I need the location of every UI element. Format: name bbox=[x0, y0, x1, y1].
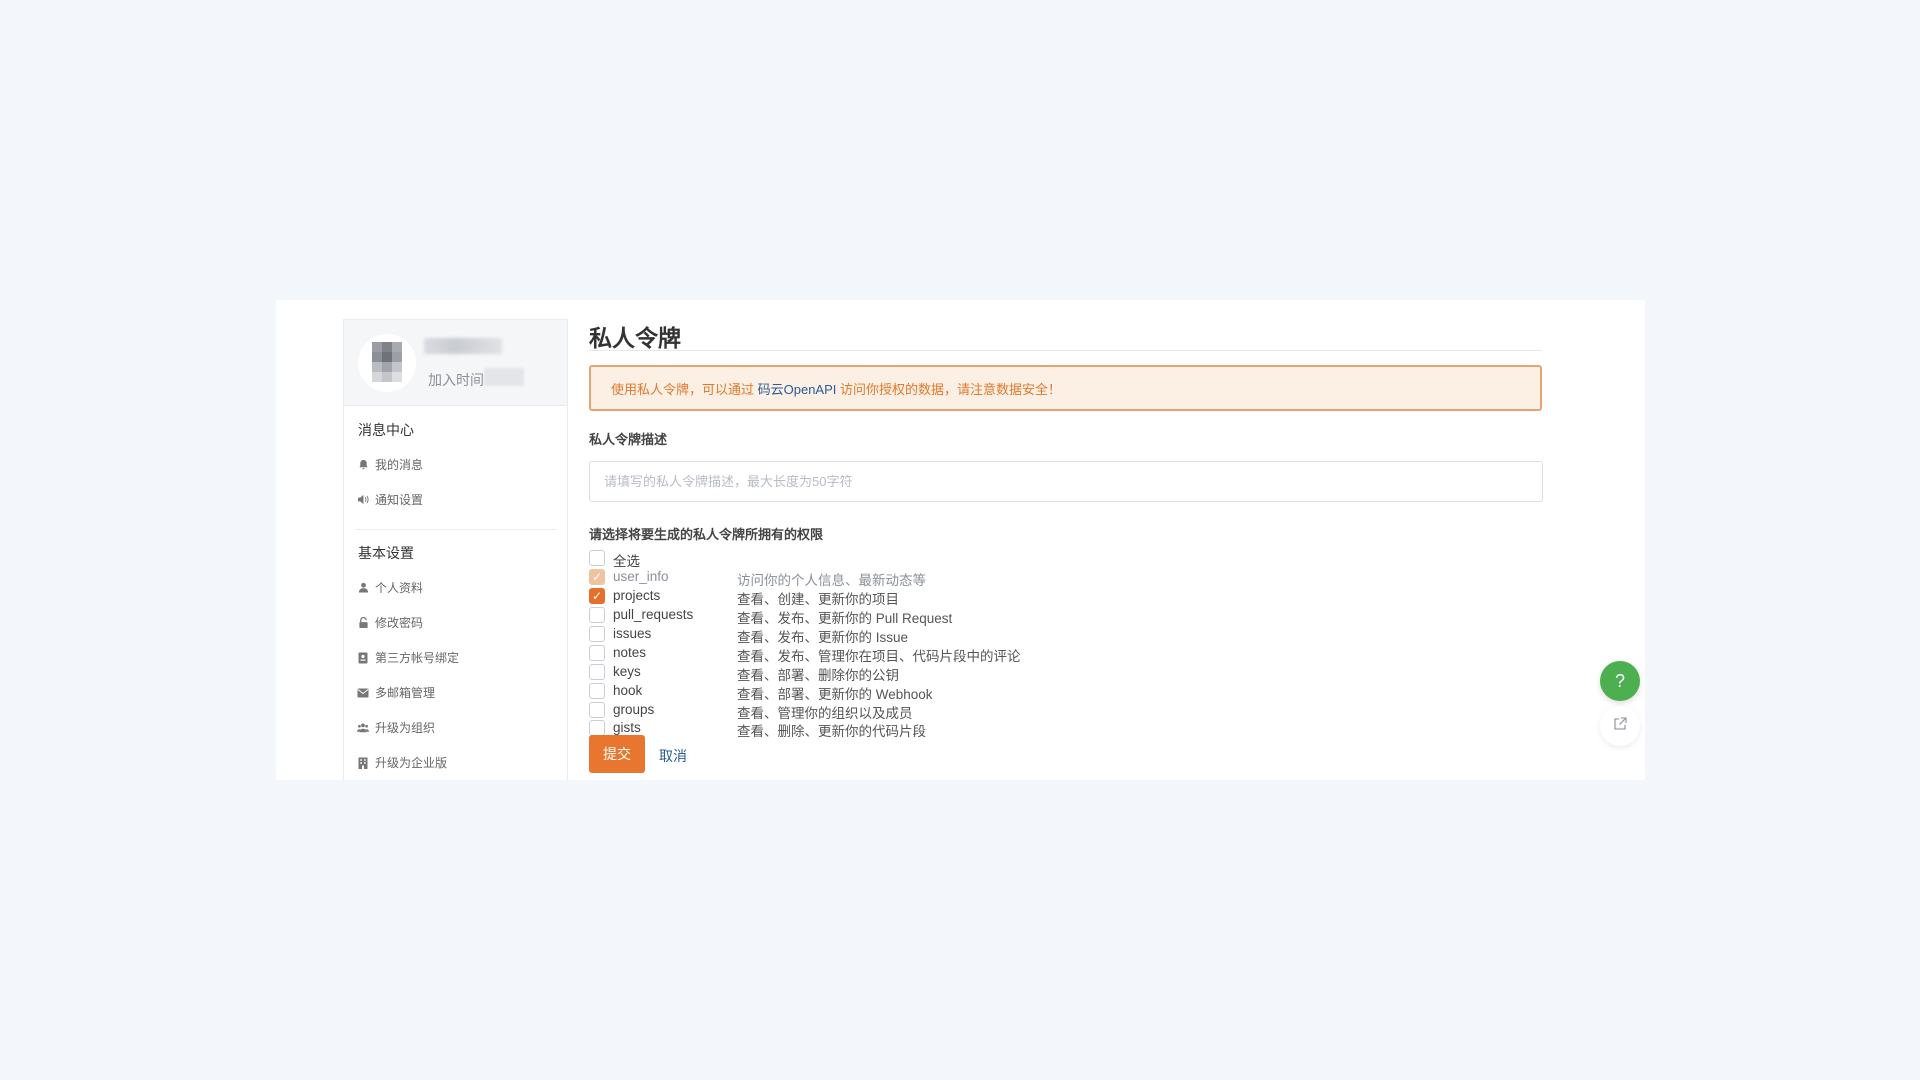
permission-name: keys bbox=[613, 664, 641, 679]
volume-icon bbox=[357, 494, 369, 506]
settings-card: 加入时间 消息中心 我的消息 通知设置 基本设置 个人资料 修改密码 第三方帐号… bbox=[276, 300, 1645, 780]
user-icon bbox=[357, 582, 369, 594]
permission-checkbox[interactable] bbox=[589, 702, 605, 718]
permission-name: hook bbox=[613, 683, 643, 698]
permission-checkbox[interactable] bbox=[589, 645, 605, 661]
sidebar-item-upgrade-enterprise[interactable]: 升级为企业版 bbox=[357, 754, 447, 771]
permission-name: gists bbox=[613, 720, 641, 735]
permission-checkbox[interactable] bbox=[589, 626, 605, 642]
building-icon bbox=[357, 757, 369, 769]
permission-row-user-info: ✓ user_info 访问你的个人信息、最新动态等 bbox=[589, 568, 1289, 588]
sidebar-item-third-party-binding[interactable]: 第三方帐号绑定 bbox=[357, 649, 459, 666]
permission-checkbox[interactable]: ✓ bbox=[589, 588, 605, 604]
permission-row-notes[interactable]: notes 查看、发布、管理你在项目、代码片段中的评论 bbox=[589, 644, 1289, 664]
sidebar-item-label: 我的消息 bbox=[375, 458, 424, 472]
id-card-icon bbox=[357, 652, 369, 664]
permission-row-keys[interactable]: keys 查看、部署、删除你的公钥 bbox=[589, 663, 1289, 683]
title-divider bbox=[589, 350, 1542, 351]
question-icon: ? bbox=[1614, 670, 1625, 691]
avatar[interactable] bbox=[358, 334, 416, 392]
permission-row-gists[interactable]: gists 查看、删除、更新你的代码片段 bbox=[589, 719, 1289, 739]
envelope-icon bbox=[357, 687, 369, 699]
permission-description: 查看、发布、更新你的 Pull Request bbox=[737, 611, 953, 626]
sidebar-item-label: 个人资料 bbox=[375, 581, 424, 595]
permission-name: notes bbox=[613, 645, 647, 660]
external-link-icon bbox=[1612, 716, 1628, 737]
permission-row-issues[interactable]: issues 查看、发布、更新你的 Issue bbox=[589, 625, 1289, 645]
page-title: 私人令牌 bbox=[589, 325, 681, 351]
sidebar-item-label: 升级为组织 bbox=[375, 721, 436, 735]
sidebar-item-my-messages[interactable]: 我的消息 bbox=[357, 456, 423, 473]
permission-checkbox[interactable] bbox=[589, 720, 605, 736]
openapi-link[interactable]: 码云OpenAPI bbox=[758, 379, 837, 398]
permission-row-pull-requests[interactable]: pull_requests 查看、发布、更新你的 Pull Request bbox=[589, 606, 1289, 626]
submit-button[interactable]: 提交 bbox=[589, 735, 645, 773]
security-alert: 使用私人令牌，可以通过 码云OpenAPI 访问你授权的数据，请注意数据安全！ bbox=[589, 365, 1542, 411]
sidebar-item-label: 第三方帐号绑定 bbox=[375, 651, 460, 665]
share-button[interactable] bbox=[1600, 706, 1640, 746]
permission-checkbox: ✓ bbox=[589, 569, 605, 585]
permission-checkbox[interactable] bbox=[589, 683, 605, 699]
permission-name: pull_requests bbox=[613, 607, 694, 622]
token-description-input[interactable] bbox=[589, 461, 1543, 502]
permission-description: 查看、删除、更新你的代码片段 bbox=[737, 724, 926, 739]
alert-text-suffix: 访问你授权的数据，请注意数据安全！ bbox=[836, 381, 1062, 397]
sidebar-divider bbox=[356, 529, 556, 530]
select-all-checkbox[interactable] bbox=[589, 550, 605, 566]
permission-description: 查看、创建、更新你的项目 bbox=[737, 592, 899, 607]
sidebar-item-notification-settings[interactable]: 通知设置 bbox=[357, 491, 423, 508]
alert-text-prefix: 使用私人令牌，可以通过 bbox=[611, 381, 758, 397]
permission-description: 查看、部署、更新你的 Webhook bbox=[737, 687, 933, 702]
join-date-label: 加入时间 bbox=[428, 372, 484, 388]
cancel-link[interactable]: 取消 bbox=[659, 746, 687, 766]
bell-icon bbox=[357, 459, 369, 471]
join-date-value bbox=[484, 368, 524, 386]
sidebar-item-multi-email[interactable]: 多邮箱管理 bbox=[357, 684, 435, 701]
permission-row-projects[interactable]: ✓ projects 查看、创建、更新你的项目 bbox=[589, 587, 1289, 607]
permission-row-hook[interactable]: hook 查看、部署、更新你的 Webhook bbox=[589, 682, 1289, 702]
sidebar-item-change-password[interactable]: 修改密码 bbox=[357, 614, 423, 631]
permission-description: 查看、发布、管理你在项目、代码片段中的评论 bbox=[737, 649, 1021, 664]
username[interactable] bbox=[424, 338, 502, 354]
sidebar-item-label: 修改密码 bbox=[375, 616, 424, 630]
unlock-icon bbox=[357, 616, 369, 629]
permission-description: 查看、部署、删除你的公钥 bbox=[737, 668, 899, 683]
permission-name: groups bbox=[613, 702, 655, 717]
help-button[interactable]: ? bbox=[1600, 661, 1640, 701]
permission-checkbox[interactable] bbox=[589, 664, 605, 680]
permission-name: issues bbox=[613, 626, 652, 641]
select-all-label: 全选 bbox=[613, 554, 640, 569]
group-title-basic-settings: 基本设置 bbox=[358, 545, 414, 561]
group-title-messages: 消息中心 bbox=[358, 422, 414, 438]
sidebar-item-label: 升级为企业版 bbox=[375, 756, 448, 770]
permissions-label: 请选择将要生成的私人令牌所拥有的权限 bbox=[589, 527, 824, 542]
users-icon bbox=[357, 722, 369, 734]
permission-row-groups[interactable]: groups 查看、管理你的组织以及成员 bbox=[589, 701, 1289, 721]
sidebar: 加入时间 消息中心 我的消息 通知设置 基本设置 个人资料 修改密码 第三方帐号… bbox=[343, 319, 568, 780]
sidebar-item-label: 通知设置 bbox=[375, 493, 424, 507]
sidebar-item-label: 多邮箱管理 bbox=[375, 686, 436, 700]
permission-name: projects bbox=[613, 588, 661, 603]
sidebar-item-profile[interactable]: 个人资料 bbox=[357, 579, 423, 596]
permission-description: 查看、发布、更新你的 Issue bbox=[737, 630, 909, 645]
profile-header: 加入时间 bbox=[344, 320, 567, 406]
select-all-row[interactable]: 全选 bbox=[589, 549, 1289, 569]
permission-name: user_info bbox=[613, 569, 669, 584]
sidebar-item-upgrade-organization[interactable]: 升级为组织 bbox=[357, 719, 435, 736]
token-description-label: 私人令牌描述 bbox=[589, 432, 668, 447]
permission-description: 访问你的个人信息、最新动态等 bbox=[737, 573, 926, 588]
permission-checkbox[interactable] bbox=[589, 607, 605, 623]
